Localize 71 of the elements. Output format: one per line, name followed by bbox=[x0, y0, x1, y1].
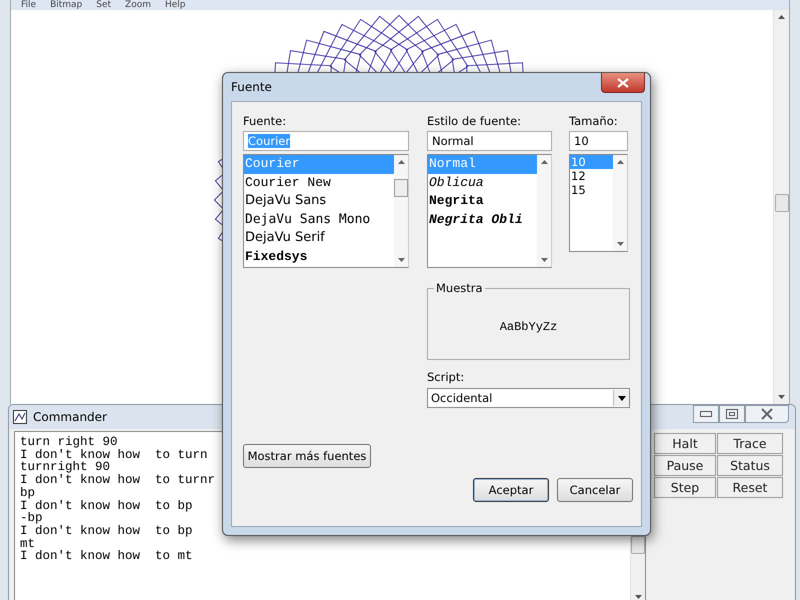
cancel-button[interactable]: Cancelar bbox=[557, 478, 633, 502]
command-button[interactable]: Reset bbox=[717, 477, 783, 498]
output-line: I don't know how to mt bbox=[20, 550, 193, 564]
down-arrow-icon[interactable] bbox=[398, 258, 404, 262]
output-line: I don't know how to turnr bbox=[20, 474, 216, 487]
close-icon bbox=[760, 408, 774, 420]
size-list-item[interactable]: 15 bbox=[570, 183, 613, 197]
output-line: I don't know how to bp bbox=[20, 524, 193, 538]
minimize-button[interactable] bbox=[693, 405, 719, 423]
accept-button[interactable]: Aceptar bbox=[473, 478, 549, 502]
dialog-title: Fuente bbox=[231, 80, 272, 94]
size-label: Tamaño: bbox=[569, 114, 619, 128]
script-label: Script: bbox=[427, 370, 466, 384]
output-line: mt bbox=[20, 538, 36, 550]
maximize-icon bbox=[726, 409, 738, 419]
close-button[interactable] bbox=[745, 405, 789, 423]
font-label: Fuente: bbox=[243, 114, 288, 128]
show-more-fonts-button[interactable]: Mostrar más fuentes bbox=[243, 444, 371, 468]
menu-item[interactable]: Bitmap bbox=[50, 0, 82, 10]
output-line: turnright 90 bbox=[20, 461, 110, 474]
menu-item[interactable]: Set bbox=[96, 0, 112, 10]
output-line: bp bbox=[20, 486, 36, 500]
output-line: I don't know how to turn bbox=[20, 448, 208, 462]
font-style-label: Estilo de fuente: bbox=[427, 114, 522, 128]
font-style-item[interactable]: Oblicua bbox=[428, 174, 537, 192]
size-list-item[interactable]: 12 bbox=[570, 169, 613, 183]
up-arrow-icon[interactable] bbox=[616, 160, 624, 164]
command-button[interactable]: Pause bbox=[654, 455, 716, 476]
menu-item[interactable]: Zoom bbox=[125, 0, 151, 10]
vertical-scrollbar[interactable] bbox=[773, 10, 789, 404]
output-line: -bp bbox=[20, 512, 43, 525]
down-arrow-icon[interactable] bbox=[778, 395, 785, 399]
command-button[interactable]: Trace bbox=[717, 433, 783, 454]
list-scrollbar[interactable] bbox=[394, 155, 408, 267]
scrollbar-thumb[interactable] bbox=[394, 179, 408, 197]
down-arrow-icon[interactable] bbox=[634, 595, 642, 599]
scrollbar-thumb[interactable] bbox=[774, 194, 788, 212]
font-list-item[interactable]: DejaVu Sans bbox=[244, 192, 394, 210]
app-icon bbox=[13, 410, 27, 424]
sample-label: Muestra bbox=[434, 281, 485, 295]
window-title: Commander bbox=[33, 410, 107, 424]
font-style-input[interactable]: Normal bbox=[427, 131, 552, 151]
font-list-item[interactable]: DejaVu Sans Mono bbox=[244, 210, 394, 229]
up-arrow-icon[interactable] bbox=[778, 15, 785, 19]
list-scrollbar[interactable] bbox=[613, 155, 627, 251]
scrollbar-thumb[interactable] bbox=[631, 536, 645, 554]
maximize-button[interactable] bbox=[719, 405, 745, 423]
menu-item[interactable]: File bbox=[21, 0, 36, 10]
sample-text: AaBbYyZz bbox=[500, 320, 558, 334]
close-button[interactable] bbox=[601, 73, 645, 93]
font-list-item[interactable]: Courier New bbox=[244, 174, 394, 192]
minimize-icon bbox=[700, 411, 712, 417]
font-style-item[interactable]: Negrita Obli bbox=[428, 210, 537, 229]
up-arrow-icon[interactable] bbox=[398, 160, 404, 164]
list-scrollbar[interactable] bbox=[537, 155, 551, 267]
down-arrow-icon[interactable] bbox=[616, 242, 624, 246]
dropdown-arrow-icon bbox=[618, 396, 626, 400]
font-list-item[interactable]: DejaVu Serif bbox=[244, 229, 394, 248]
down-arrow-icon[interactable] bbox=[540, 258, 548, 262]
command-button[interactable]: Step bbox=[654, 477, 716, 498]
font-list-item[interactable]: Fixedsys bbox=[244, 248, 394, 266]
font-style-item[interactable]: Negrita bbox=[428, 192, 537, 210]
size-input[interactable]: 10 bbox=[569, 131, 628, 151]
output-line: turn right 90 bbox=[20, 436, 118, 449]
command-button[interactable]: Halt bbox=[654, 433, 716, 454]
command-button[interactable]: Status bbox=[717, 455, 783, 476]
close-icon bbox=[617, 78, 629, 88]
menu-item[interactable]: Help bbox=[165, 0, 186, 10]
up-arrow-icon[interactable] bbox=[540, 160, 548, 164]
script-dropdown[interactable]: Occidental bbox=[427, 388, 630, 408]
output-line: I don't know how to bp bbox=[20, 500, 193, 512]
